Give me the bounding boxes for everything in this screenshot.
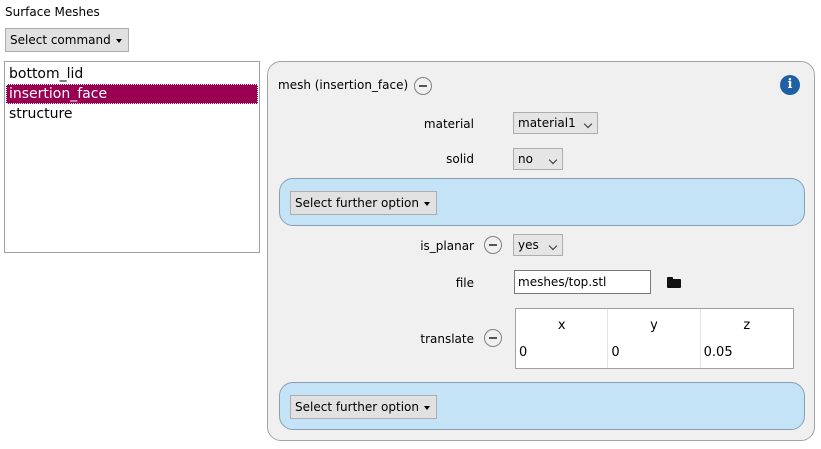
list-item[interactable]: structure bbox=[6, 104, 258, 124]
panel-heading: mesh (insertion_face) bbox=[278, 78, 409, 92]
translate-x-cell[interactable]: x 0 bbox=[516, 309, 609, 368]
file-input[interactable]: meshes/top.stl bbox=[514, 270, 651, 294]
remove-translate-icon[interactable] bbox=[484, 329, 502, 347]
list-item-selected[interactable]: insertion_face bbox=[6, 84, 258, 104]
caret-down-icon bbox=[115, 38, 122, 43]
folder-icon[interactable] bbox=[667, 277, 681, 288]
translate-y-value[interactable]: 0 bbox=[611, 345, 619, 360]
material-value: material1 bbox=[518, 116, 576, 130]
list-item[interactable]: bottom_lid bbox=[6, 64, 258, 84]
chevron-down-icon bbox=[548, 241, 558, 251]
solid-label: solid bbox=[446, 152, 474, 166]
translate-x-header: x bbox=[557, 318, 566, 333]
info-icon[interactable]: i bbox=[780, 75, 800, 95]
select-command-button[interactable]: Select command bbox=[5, 28, 129, 52]
remove-mesh-icon[interactable] bbox=[414, 77, 432, 95]
further-option-box: Select further option bbox=[279, 178, 805, 226]
is-planar-value: yes bbox=[518, 238, 539, 252]
surface-mesh-list[interactable]: bottom_lid insertion_face structure bbox=[4, 61, 260, 253]
translate-x-value[interactable]: 0 bbox=[519, 345, 527, 360]
caret-down-icon bbox=[423, 201, 430, 206]
chevron-down-icon bbox=[583, 119, 593, 129]
remove-is-planar-icon[interactable] bbox=[484, 236, 502, 254]
translate-z-value[interactable]: 0.05 bbox=[704, 345, 733, 360]
file-label: file bbox=[455, 276, 474, 290]
translate-y-header: y bbox=[650, 318, 658, 333]
is-planar-label: is_planar bbox=[420, 239, 474, 253]
page-title: Surface Meshes bbox=[5, 5, 100, 19]
select-further-option-button-2[interactable]: Select further option bbox=[290, 395, 437, 419]
solid-select[interactable]: no bbox=[513, 148, 563, 170]
translate-z-cell[interactable]: z 0.05 bbox=[701, 309, 793, 368]
material-label: material bbox=[423, 117, 474, 131]
is-planar-select[interactable]: yes bbox=[513, 234, 563, 256]
mesh-panel: mesh (insertion_face) i material materia… bbox=[267, 61, 815, 441]
material-select[interactable]: material1 bbox=[513, 112, 598, 134]
select-command-label: Select command bbox=[10, 33, 111, 47]
translate-y-cell[interactable]: y 0 bbox=[608, 309, 701, 368]
translate-label: translate bbox=[420, 332, 474, 346]
chevron-down-icon bbox=[548, 155, 558, 165]
solid-value: no bbox=[518, 152, 533, 166]
translate-table: x 0 y 0 z 0.05 bbox=[515, 308, 794, 369]
caret-down-icon bbox=[423, 405, 430, 410]
translate-z-header: z bbox=[743, 318, 751, 333]
select-further-option-label: Select further option bbox=[295, 196, 419, 210]
select-further-option-label-2: Select further option bbox=[295, 400, 419, 414]
select-further-option-button[interactable]: Select further option bbox=[290, 191, 437, 215]
further-option-box-2: Select further option bbox=[279, 382, 805, 430]
